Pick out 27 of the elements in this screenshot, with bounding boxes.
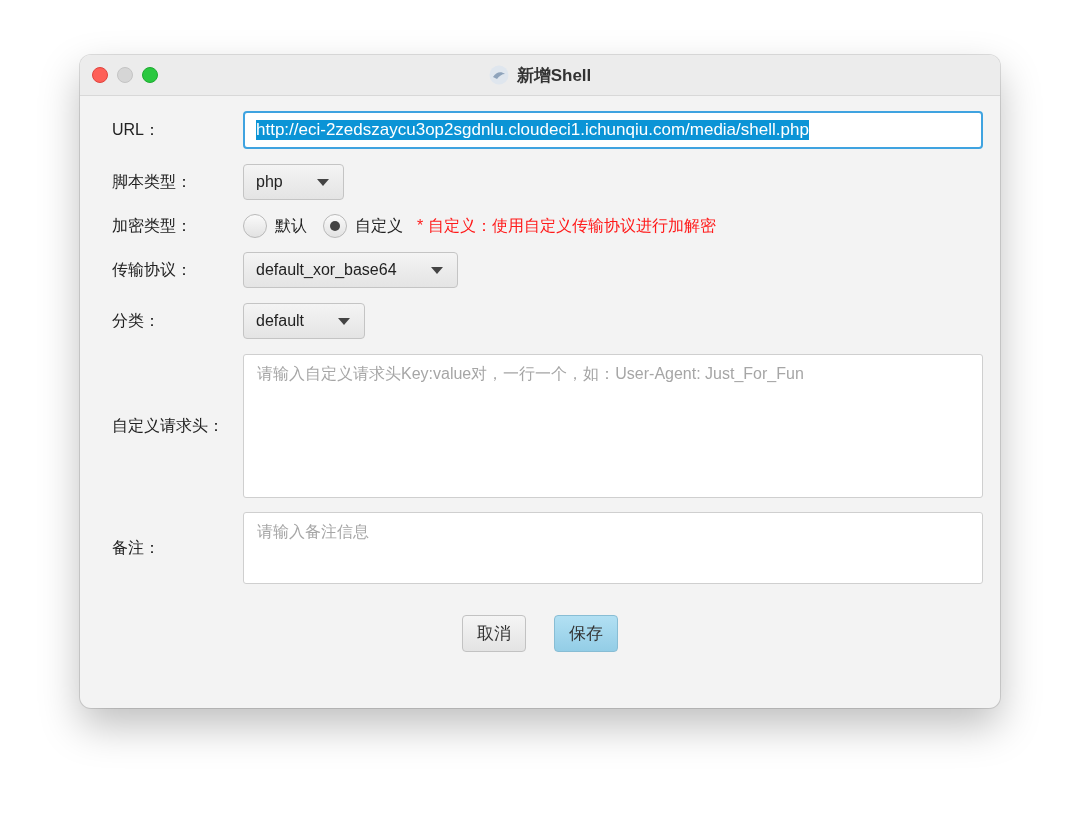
notes-textarea[interactable]: 请输入备注信息 — [243, 512, 983, 584]
caret-icon — [338, 317, 351, 325]
field-label: 脚本类型： — [112, 171, 193, 192]
field-label: 分类： — [112, 310, 161, 331]
caret-icon — [316, 178, 329, 186]
dropdown[interactable]: php — [243, 164, 344, 200]
hint-text: * 自定义：使用自定义传输协议进行加解密 — [417, 215, 716, 236]
close-button[interactable] — [92, 67, 108, 83]
zoom-button[interactable] — [142, 67, 158, 83]
window-title: 新增Shell — [516, 64, 592, 87]
headers-textarea[interactable]: 请输入自定义请求头Key:value对，一行一个，如：User-Agent: Just_For_Fun — [243, 354, 983, 498]
field-label: URL： — [112, 119, 161, 140]
dropdown[interactable]: default_xor_base64 — [243, 252, 458, 288]
radio-label: 默认 — [275, 215, 307, 236]
radio-button[interactable] — [323, 214, 347, 238]
save-button[interactable]: 保存 — [553, 615, 618, 652]
cancel-button[interactable]: 取消 — [461, 615, 526, 652]
radio-label: 自定义 — [355, 215, 403, 236]
dropdown[interactable]: default — [243, 303, 366, 339]
field-label: 备注： — [112, 537, 161, 558]
caret-icon — [430, 266, 443, 274]
radio-button[interactable] — [243, 214, 267, 238]
field-label: 加密类型： — [112, 215, 193, 236]
field-label: 传输协议： — [112, 259, 193, 280]
app-logo-icon — [488, 65, 509, 85]
minimize-button[interactable] — [117, 67, 133, 83]
field-label: 自定义请求头： — [112, 415, 225, 436]
